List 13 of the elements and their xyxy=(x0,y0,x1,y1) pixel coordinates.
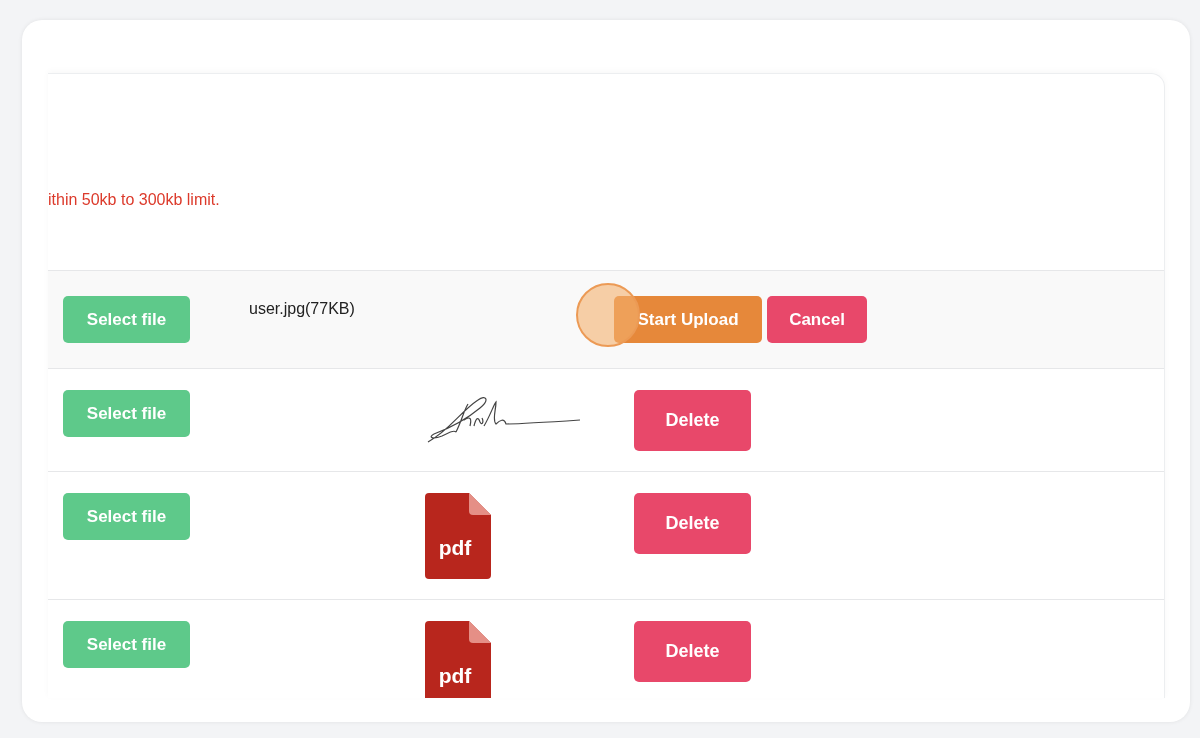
select-file-button[interactable]: Select file xyxy=(63,493,190,540)
pdf-file-icon: pdf xyxy=(425,493,491,579)
select-file-button[interactable]: Select file xyxy=(63,296,190,343)
file-name: user.jpg(77KB) xyxy=(249,300,356,318)
size-limit-notice: ithin 50kb to 300kb limit. xyxy=(48,191,220,208)
delete-button[interactable]: Delete xyxy=(634,493,751,554)
delete-button[interactable]: Delete xyxy=(634,621,751,682)
start-upload-button[interactable]: Start Upload xyxy=(614,296,762,343)
cancel-button[interactable]: Cancel xyxy=(767,296,867,343)
pdf-file-icon: pdf xyxy=(425,621,491,698)
select-file-button[interactable]: Select file xyxy=(63,390,190,437)
delete-button[interactable]: Delete xyxy=(634,390,751,451)
select-file-button[interactable]: Select file xyxy=(63,621,190,668)
